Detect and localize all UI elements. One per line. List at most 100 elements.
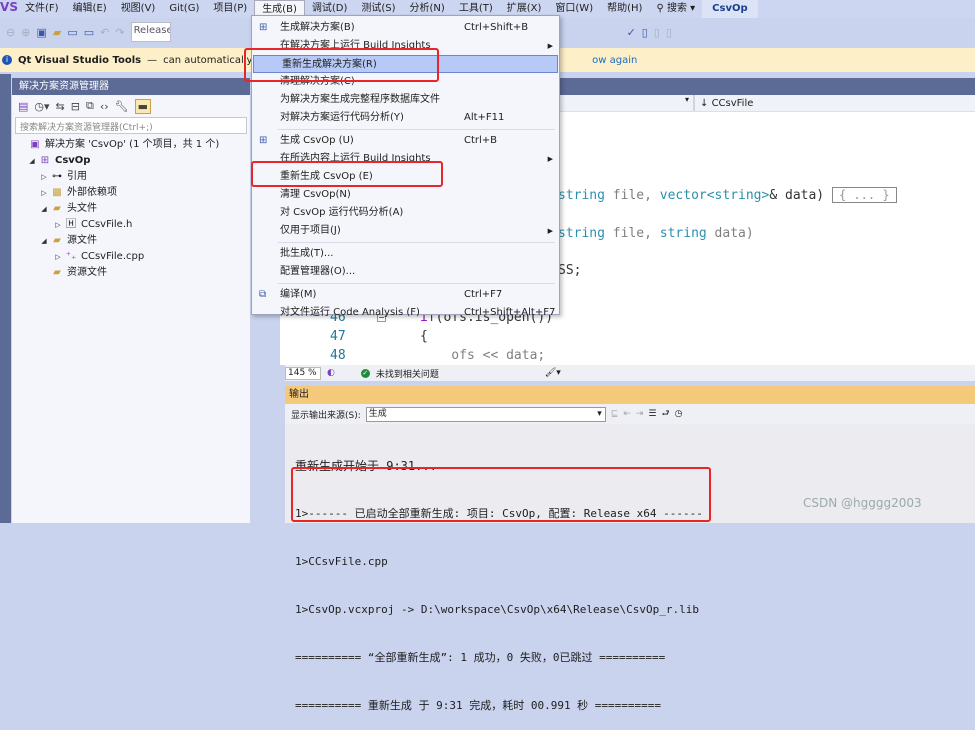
menu-separator bbox=[278, 283, 555, 284]
highlight-box-rebuild-solution bbox=[244, 48, 439, 82]
solution-icon: ▣ bbox=[30, 139, 40, 150]
menu-project[interactable]: 项目(P) bbox=[206, 0, 254, 18]
window-title: CsvOp bbox=[702, 0, 758, 18]
menu-view[interactable]: 视图(V) bbox=[114, 0, 163, 18]
collapsed-icon[interactable]: ▷ bbox=[52, 249, 64, 265]
zoom-dropdown[interactable]: 145 % bbox=[285, 366, 321, 380]
menu-item-generate-pdb[interactable]: 为解决方案生成完整程序数据库文件 bbox=[252, 91, 559, 109]
code-line: SS; bbox=[558, 263, 582, 278]
editor-status-bar: 145 % ◐ ✓ 未找到相关问题 🖌︎▾ bbox=[285, 365, 975, 381]
search-button[interactable]: ⚲ 搜索 ▾ bbox=[649, 0, 702, 18]
menu-help[interactable]: 帮助(H) bbox=[600, 0, 649, 18]
dont-show-again-link[interactable]: ow again bbox=[592, 55, 637, 66]
configuration-dropdown[interactable]: Release bbox=[130, 22, 171, 42]
clock-icon[interactable]: ◷ bbox=[675, 409, 683, 419]
preview-icon[interactable]: ▬ bbox=[134, 98, 152, 114]
output-panel-title: 输出 bbox=[285, 386, 975, 404]
tree-item-ccsvfile-h[interactable]: ▷ 🄷 CCsvFile.h bbox=[12, 217, 250, 233]
save-icon[interactable]: ▭ bbox=[67, 26, 77, 39]
collapsed-block[interactable]: { ... } bbox=[831, 187, 897, 203]
output-toolbar: 显示输出来源(S): 生成 ▾ ⊑ ⇤ ⇥ ☰ ⮐ ◷ bbox=[285, 404, 975, 424]
info-icon: i bbox=[2, 55, 12, 65]
folder-icon: ▰ bbox=[53, 267, 61, 278]
output-line: ========== 重新生成 于 9:31 完成，耗时 00.991 秒 ==… bbox=[295, 699, 662, 712]
toolbox-strip[interactable] bbox=[0, 74, 11, 523]
watermark: CSDN @hgggg2003 bbox=[803, 496, 922, 510]
pending-changes-icon[interactable]: ◷▾ bbox=[34, 100, 49, 113]
output-line: 1>CsvOp.vcxproj -> D:\workspace\CsvOp\x6… bbox=[295, 603, 699, 616]
menu-item-project-only[interactable]: 仅用于项目(J) ▶ bbox=[252, 222, 559, 240]
tree-item-source-files[interactable]: ◢ ▰ 源文件 bbox=[12, 233, 250, 249]
open-icon[interactable]: ▰ bbox=[53, 26, 61, 39]
project-icon: ⊞ bbox=[40, 155, 50, 166]
cpp-file-icon: ⁺₊ bbox=[65, 251, 77, 262]
back-icon[interactable]: ⊖ bbox=[6, 26, 15, 39]
show-all-files-icon[interactable]: ⧉ bbox=[86, 99, 94, 113]
build-icon: ⊞ bbox=[259, 135, 268, 146]
menu-item-build-solution[interactable]: ⊞ 生成解决方案(B) Ctrl+Shift+B bbox=[252, 19, 559, 37]
spellcheck-icon[interactable]: ✓ bbox=[627, 26, 636, 39]
view-code-icon[interactable]: ‹› bbox=[100, 100, 109, 113]
menu-item-analyze-solution[interactable]: 对解决方案运行代码分析(Y) Alt+F11 bbox=[252, 109, 559, 127]
sync-icon[interactable]: ⇆ bbox=[56, 100, 65, 113]
tree-label: 资源文件 bbox=[67, 267, 107, 278]
tree-item-solution[interactable]: ▣ 解决方案 'CsvOp' (1 个项目，共 1 个) bbox=[12, 137, 250, 153]
expanded-icon[interactable]: ◢ bbox=[26, 153, 38, 169]
issues-status[interactable]: 未找到相关问题 bbox=[376, 367, 439, 380]
collapse-all-icon[interactable]: ⊟ bbox=[71, 100, 80, 113]
vs-logo: VS bbox=[0, 0, 18, 14]
redo-icon[interactable]: ↷ bbox=[115, 26, 124, 39]
output-source-label: 显示输出来源(S): bbox=[291, 410, 361, 421]
menu-file[interactable]: 文件(F) bbox=[18, 0, 66, 18]
collapsed-icon[interactable]: ▷ bbox=[38, 169, 50, 185]
menu-edit[interactable]: 编辑(E) bbox=[66, 0, 114, 18]
word-wrap-icon[interactable]: ⮐ bbox=[662, 406, 670, 422]
properties-icon[interactable]: 🔧︎ bbox=[115, 100, 129, 113]
undo-icon[interactable]: ↶ bbox=[100, 26, 109, 39]
menu-item-build-project[interactable]: ⊞ 生成 CsvOp (U) Ctrl+B bbox=[252, 132, 559, 150]
highlight-box-output bbox=[291, 467, 711, 522]
next-message-icon[interactable]: ⇥ bbox=[636, 409, 644, 419]
tree-item-external-deps[interactable]: ▷ ▩ 外部依赖项 bbox=[12, 185, 250, 201]
menu-item-batch-build[interactable]: 批生成(T)... bbox=[252, 245, 559, 263]
find-message-icon[interactable]: ⊑ bbox=[611, 409, 619, 419]
collapsed-icon[interactable]: ▷ bbox=[52, 217, 64, 233]
menu-git[interactable]: Git(G) bbox=[162, 0, 206, 18]
search-label: 搜索 bbox=[666, 3, 687, 14]
output-source-dropdown[interactable]: 生成 ▾ bbox=[365, 406, 606, 422]
expanded-icon[interactable]: ◢ bbox=[38, 201, 50, 217]
clear-all-icon[interactable]: ☰ bbox=[648, 409, 656, 419]
save-all-icon[interactable]: ▭ bbox=[84, 26, 94, 39]
submenu-arrow-icon: ▶ bbox=[547, 227, 553, 235]
tree-item-ccsvfile-cpp[interactable]: ▷ ⁺₊ CCsvFile.cpp bbox=[12, 249, 250, 265]
tree-label: CsvOp bbox=[55, 155, 91, 166]
prev-message-icon[interactable]: ⇤ bbox=[623, 409, 631, 419]
menu-item-clean-project[interactable]: 清理 CsvOp(N) bbox=[252, 186, 559, 204]
bookmark-icon[interactable]: ▯ bbox=[642, 26, 648, 39]
expanded-icon[interactable]: ◢ bbox=[38, 233, 50, 249]
new-project-icon[interactable]: ▣ bbox=[36, 26, 46, 39]
output-line: ========== “全部重新生成”: 1 成功，0 失败，0已跳过 ====… bbox=[295, 651, 666, 664]
tree-item-resource-files[interactable]: ▰ 资源文件 bbox=[12, 265, 250, 281]
menu-separator bbox=[278, 129, 555, 130]
menu-separator bbox=[278, 242, 555, 243]
tree-label: CCsvFile.h bbox=[81, 219, 133, 230]
member-dropdown[interactable]: ↓ CCsvFile bbox=[695, 95, 753, 111]
tree-item-header-files[interactable]: ◢ ▰ 头文件 bbox=[12, 201, 250, 217]
intellicode-icon[interactable]: ◐ bbox=[327, 368, 335, 378]
next-bookmark-icon[interactable]: ▯ bbox=[666, 26, 672, 39]
tree-item-project[interactable]: ◢ ⊞ CsvOp bbox=[12, 153, 250, 169]
prev-bookmark-icon[interactable]: ▯ bbox=[654, 26, 660, 39]
menu-item-code-analysis-file[interactable]: 对文件运行 Code Analysis (F) Ctrl+Shift+Alt+F7 bbox=[252, 304, 559, 322]
solution-search-input[interactable]: 搜索解决方案资源管理器(Ctrl+;) bbox=[15, 117, 247, 134]
collapsed-icon[interactable]: ▷ bbox=[38, 185, 50, 201]
reference-icon: ⊶ bbox=[52, 171, 62, 182]
tree-item-references[interactable]: ▷ ⊶ 引用 bbox=[12, 169, 250, 185]
cleanup-icon[interactable]: 🖌︎▾ bbox=[545, 368, 561, 378]
forward-icon[interactable]: ⊕ bbox=[21, 26, 30, 39]
info-title: Qt Visual Studio Tools bbox=[18, 54, 142, 66]
switch-views-icon[interactable]: ▤ bbox=[18, 100, 28, 113]
menu-item-compile[interactable]: ⧉ 编译(M) Ctrl+F7 bbox=[252, 286, 559, 304]
menu-item-analyze-project[interactable]: 对 CsvOp 运行代码分析(A) bbox=[252, 204, 559, 222]
menu-item-configuration-manager[interactable]: 配置管理器(O)... bbox=[252, 263, 559, 281]
